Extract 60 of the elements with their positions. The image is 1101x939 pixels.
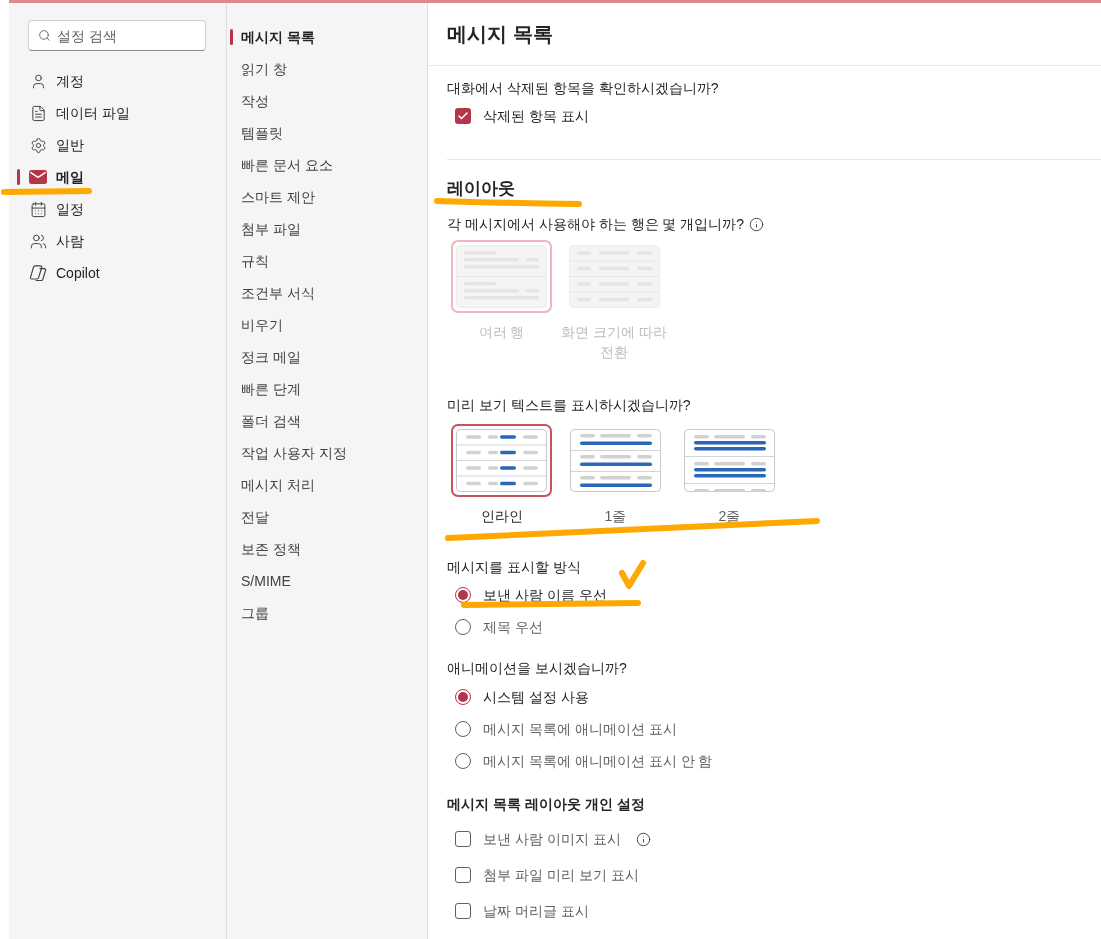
option-label: 첨부 파일 미리 보기 표시 — [483, 866, 639, 885]
question-text: 대화에서 삭제된 항목을 확인하시겠습니까? — [447, 79, 719, 98]
search-icon — [38, 29, 51, 42]
section-heading: 메시지 목록 레이아웃 개인 설정 — [447, 795, 645, 814]
subnav-item[interactable]: 정크 메일 — [230, 341, 419, 373]
subnav-item[interactable]: 템플릿 — [230, 117, 419, 149]
page-title: 메시지 목록 — [447, 22, 553, 47]
section-heading: 레이아웃 — [447, 178, 515, 200]
subnav-item[interactable]: S/MIME — [230, 565, 419, 597]
subnav-item[interactable]: 폴더 검색 — [230, 405, 419, 437]
subnav-item[interactable]: 전달 — [230, 501, 419, 533]
subnav-item[interactable]: 스마트 제안 — [230, 181, 419, 213]
subnav-item[interactable]: 읽기 창 — [230, 53, 419, 85]
handwritten-checkmark-icon — [619, 560, 646, 589]
people-icon — [29, 232, 47, 250]
sidebar-item[interactable]: 사람 — [17, 225, 214, 257]
option-label: 시스템 설정 사용 — [483, 688, 589, 707]
checkbox[interactable] — [455, 903, 471, 919]
subnav-item[interactable]: 메시지 처리 — [230, 469, 419, 501]
checkmark-icon — [457, 110, 469, 122]
subnav-item[interactable]: 작성 — [230, 85, 419, 117]
sidebar-item[interactable]: 데이터 파일 — [17, 97, 214, 129]
calendar-icon — [29, 200, 47, 218]
question-text: 각 메시지에서 사용해야 하는 행은 몇 개입니까? — [447, 215, 745, 234]
logo-icon — [29, 264, 47, 282]
question-text: 미리 보기 텍스트를 표시하시겠습니까? — [447, 396, 691, 415]
subnav-item[interactable]: 보존 정책 — [230, 533, 419, 565]
mail-icon — [29, 170, 47, 184]
subnav-item[interactable]: 작업 사용자 지정 — [230, 437, 419, 469]
question-text: 메시지를 표시할 방식 — [447, 558, 581, 577]
subnav-item[interactable]: 빠른 문서 요소 — [230, 149, 419, 181]
subnav-item[interactable]: 메시지 목록 — [230, 21, 419, 53]
checkbox[interactable] — [455, 831, 471, 847]
subnav-item[interactable]: 비우기 — [230, 309, 419, 341]
subnav-item[interactable]: 조건부 서식 — [230, 277, 419, 309]
selection-bar-icon — [230, 29, 233, 45]
option-label: 보낸 사람 이미지 표시 — [483, 830, 621, 849]
layout-option[interactable]: 1줄 — [565, 424, 666, 526]
settings-icon — [29, 136, 47, 154]
selection-bar-icon — [17, 169, 20, 185]
document-icon — [29, 104, 47, 122]
question-text: 애니메이션을 보시겠습니까? — [447, 659, 627, 678]
subnav-item[interactable]: 그룹 — [230, 597, 419, 629]
option-label: 날짜 머리글 표시 — [483, 902, 589, 921]
info-icon[interactable] — [635, 831, 651, 847]
sidebar-item[interactable]: Copilot — [17, 257, 214, 289]
option-label: 메시지 목록에 애니메이션 표시 — [483, 720, 677, 739]
sidebar-item[interactable]: 메일 — [17, 161, 214, 193]
option-label: 제목 우선 — [483, 618, 543, 637]
sidebar-item[interactable]: 계정 — [17, 65, 214, 97]
sidebar-item[interactable]: 일정 — [17, 193, 214, 225]
search-field[interactable]: 설정 검색 — [28, 20, 206, 51]
option-label: 삭제된 항목 표시 — [483, 107, 589, 126]
subnav-item[interactable]: 빠른 단계 — [230, 373, 419, 405]
checkbox[interactable] — [455, 867, 471, 883]
checkbox[interactable] — [455, 108, 471, 124]
sidebar-item[interactable]: 일반 — [17, 129, 214, 161]
option-label: 메시지 목록에 애니메이션 표시 안 함 — [483, 752, 713, 771]
subnav-item[interactable]: 규칙 — [230, 245, 419, 277]
subnav-item[interactable]: 첨부 파일 — [230, 213, 419, 245]
